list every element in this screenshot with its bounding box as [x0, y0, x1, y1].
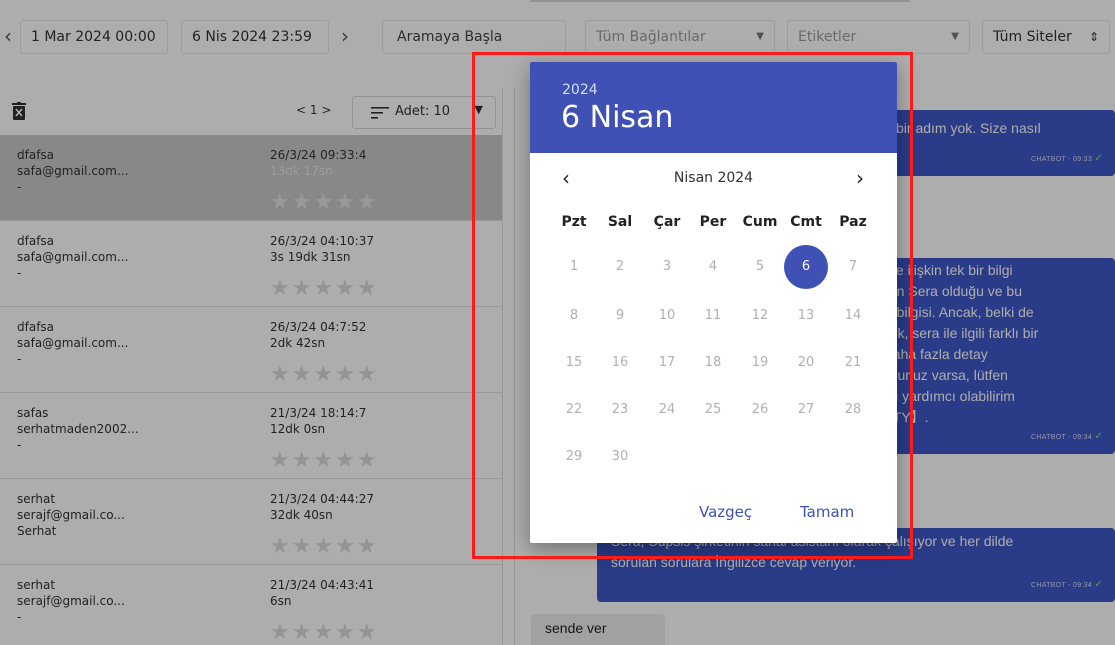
highlight-box — [472, 52, 913, 559]
